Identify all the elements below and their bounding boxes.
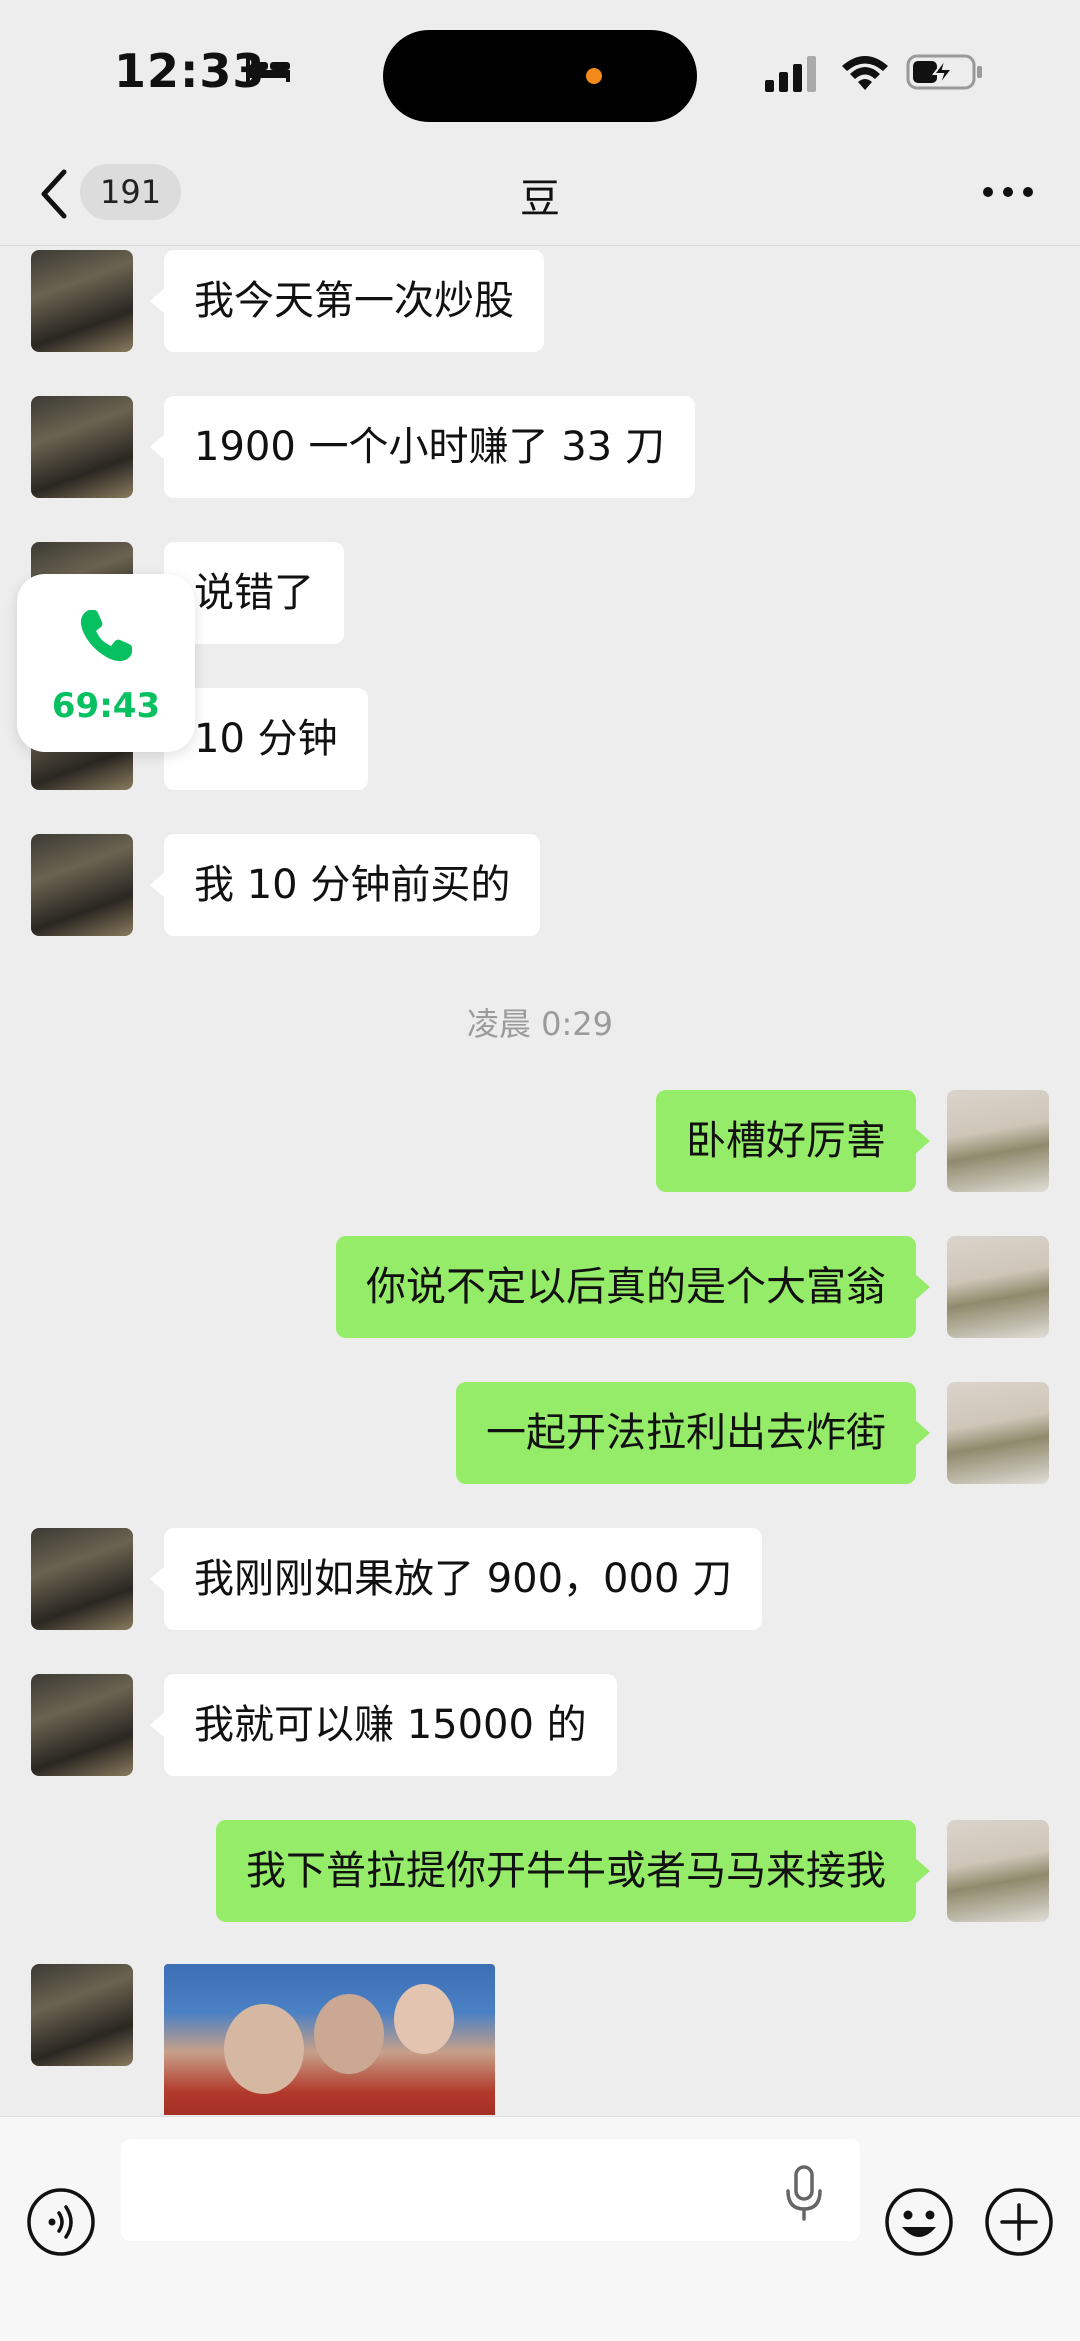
chat-title: 豆 (520, 176, 560, 222)
image-message[interactable] (164, 1964, 495, 2115)
image-content (394, 1984, 454, 2054)
status-time: 12:33 (114, 44, 266, 98)
image-content (224, 2004, 304, 2094)
call-duration: 69:43 (51, 686, 161, 726)
voice-toggle-icon[interactable] (26, 2187, 96, 2257)
contact-avatar[interactable] (31, 834, 133, 936)
image-content (314, 1994, 384, 2074)
phone-icon (80, 610, 132, 662)
chat-header: 191 豆 (0, 140, 1080, 246)
status-bar: 12:33 (0, 0, 1080, 140)
message-bubble-outgoing[interactable]: 卧槽好厉害 (656, 1090, 930, 1192)
message-bubble-outgoing[interactable]: 一起开法拉利出去炸街 (456, 1382, 930, 1484)
my-avatar[interactable] (947, 1090, 1049, 1192)
contact-avatar[interactable] (31, 1528, 133, 1630)
call-minimized-widget[interactable]: 69:43 (17, 574, 195, 752)
input-bar (0, 2116, 1080, 2341)
message-list[interactable]: 我今天第一次炒股 1900 一个小时赚了 33 刀 说错了 10 分钟 我 10… (0, 247, 1080, 2115)
contact-avatar[interactable] (31, 1674, 133, 1776)
dynamic-island (383, 30, 697, 122)
bed-icon (246, 58, 290, 82)
message-bubble-incoming[interactable]: 我今天第一次炒股 (150, 250, 544, 352)
message-input[interactable] (121, 2139, 860, 2241)
contact-avatar[interactable] (31, 250, 133, 352)
contact-avatar[interactable] (31, 1964, 133, 2066)
contact-avatar[interactable] (31, 396, 133, 498)
my-avatar[interactable] (947, 1820, 1049, 1922)
microphone-icon[interactable] (784, 2165, 824, 2221)
plus-icon[interactable] (984, 2187, 1054, 2257)
wifi-icon (842, 56, 888, 90)
message-bubble-incoming[interactable]: 1900 一个小时赚了 33 刀 (150, 396, 695, 498)
message-bubble-incoming[interactable]: 我 10 分钟前买的 (149, 834, 541, 936)
emoji-icon[interactable] (884, 2187, 954, 2257)
message-bubble-outgoing[interactable]: 你说不定以后真的是个大富翁 (336, 1236, 930, 1338)
message-bubble-incoming[interactable]: 我刚刚如果放了 900，000 刀 (149, 1528, 763, 1630)
privacy-indicator (586, 68, 602, 84)
battery-charging-icon (906, 54, 982, 90)
ellipsis-icon[interactable] (980, 180, 1036, 204)
my-avatar[interactable] (947, 1236, 1049, 1338)
signal-icon (765, 56, 816, 92)
my-avatar[interactable] (947, 1382, 1049, 1484)
message-timestamp: 凌晨 0:29 (466, 1005, 614, 1043)
message-bubble-incoming[interactable]: 我就可以赚 15000 的 (150, 1674, 617, 1776)
message-bubble-outgoing[interactable]: 我下普拉提你开牛牛或者马马来接我 (216, 1820, 930, 1922)
